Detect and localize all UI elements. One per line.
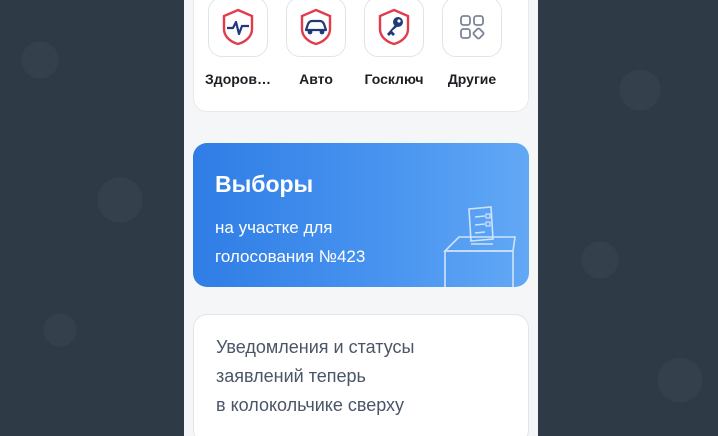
service-auto-tile[interactable] bbox=[286, 0, 346, 57]
service-auto-label: Авто bbox=[299, 71, 333, 87]
service-health-label: Здоров… bbox=[205, 71, 271, 87]
key-icon bbox=[378, 8, 410, 46]
app-screen: Здоров… Авто Госключ Другие Выборы на уч… bbox=[184, 0, 538, 436]
service-other[interactable]: Другие bbox=[432, 0, 512, 107]
election-title: Выборы bbox=[215, 171, 314, 197]
service-health[interactable]: Здоров… bbox=[198, 0, 278, 107]
grid-apps-icon bbox=[460, 15, 485, 40]
notice-line: в колокольчике сверху bbox=[216, 395, 405, 415]
service-health-tile[interactable] bbox=[208, 0, 268, 57]
notice-text: Уведомления и статусы заявлений теперь в… bbox=[216, 333, 516, 420]
notice-line: заявлений теперь bbox=[216, 366, 366, 386]
car-icon bbox=[300, 8, 332, 46]
notice-line: Уведомления и статусы bbox=[216, 337, 415, 357]
election-banner[interactable]: Выборы на участке для голосования №423 bbox=[193, 143, 529, 287]
service-other-tile[interactable] bbox=[442, 0, 502, 57]
service-auto[interactable]: Авто bbox=[276, 0, 356, 107]
service-goskey[interactable]: Госключ bbox=[354, 0, 434, 107]
service-goskey-tile[interactable] bbox=[364, 0, 424, 57]
notifications-notice-card[interactable]: Уведомления и статусы заявлений теперь в… bbox=[193, 314, 529, 436]
services-card: Здоров… Авто Госключ Другие bbox=[193, 0, 529, 112]
service-other-label: Другие bbox=[447, 71, 497, 87]
health-heartbeat-icon bbox=[222, 8, 254, 46]
ballot-box-icon bbox=[443, 206, 516, 287]
election-subtitle: на участке для голосования №423 bbox=[215, 218, 366, 266]
service-goskey-label: Госключ bbox=[364, 71, 424, 87]
